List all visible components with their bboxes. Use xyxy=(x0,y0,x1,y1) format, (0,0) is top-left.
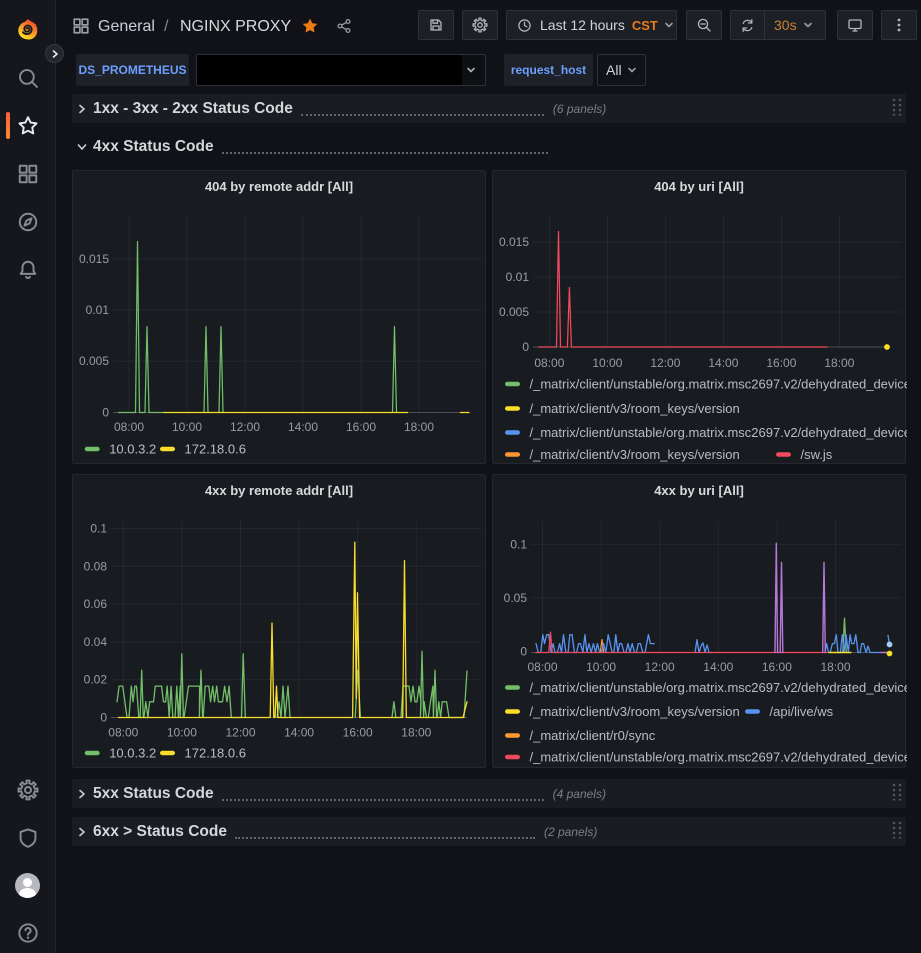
svg-text:12:00: 12:00 xyxy=(230,420,260,434)
svg-text:12:00: 12:00 xyxy=(650,356,680,370)
svg-text:08:00: 08:00 xyxy=(527,660,557,674)
svg-text:10:00: 10:00 xyxy=(586,660,616,674)
svg-text:0.015: 0.015 xyxy=(79,252,109,266)
svg-text:16:00: 16:00 xyxy=(766,356,796,370)
svg-text:0: 0 xyxy=(102,406,109,420)
svg-text:12:00: 12:00 xyxy=(645,660,675,674)
svg-text:14:00: 14:00 xyxy=(288,420,318,434)
svg-text:0.005: 0.005 xyxy=(499,305,529,319)
svg-text:/_matrix/client/v3/room_keys/v: /_matrix/client/v3/room_keys/version xyxy=(530,401,740,416)
svg-text:/sw.js: /sw.js xyxy=(801,447,833,462)
svg-text:16:00: 16:00 xyxy=(346,420,376,434)
svg-text:16:00: 16:00 xyxy=(343,726,373,740)
svg-text:0.05: 0.05 xyxy=(504,591,528,605)
svg-text:0.015: 0.015 xyxy=(499,235,529,249)
svg-text:08:00: 08:00 xyxy=(534,356,564,370)
svg-text:/_matrix/client/unstable/org.m: /_matrix/client/unstable/org.matrix.msc2… xyxy=(530,377,908,392)
svg-text:0.06: 0.06 xyxy=(84,597,108,611)
svg-text:0.08: 0.08 xyxy=(84,559,108,573)
svg-text:172.18.0.6: 172.18.0.6 xyxy=(185,746,246,761)
svg-text:10:00: 10:00 xyxy=(592,356,622,370)
svg-text:0: 0 xyxy=(100,711,107,725)
svg-text:10:00: 10:00 xyxy=(167,726,197,740)
svg-text:14:00: 14:00 xyxy=(284,726,314,740)
svg-text:/_matrix/client/unstable/org.m: /_matrix/client/unstable/org.matrix.msc2… xyxy=(530,425,908,440)
svg-text:/_matrix/client/unstable/org.m: /_matrix/client/unstable/org.matrix.msc2… xyxy=(530,680,908,695)
svg-text:08:00: 08:00 xyxy=(114,420,144,434)
svg-text:0: 0 xyxy=(520,645,527,659)
svg-text:0.005: 0.005 xyxy=(79,354,109,368)
svg-text:0: 0 xyxy=(522,340,529,354)
svg-text:10:00: 10:00 xyxy=(172,420,202,434)
svg-text:0.1: 0.1 xyxy=(90,522,107,536)
svg-text:0.01: 0.01 xyxy=(86,303,110,317)
svg-text:/_matrix/client/r0/sync: /_matrix/client/r0/sync xyxy=(530,728,656,743)
svg-text:08:00: 08:00 xyxy=(108,726,138,740)
svg-text:0.04: 0.04 xyxy=(84,635,108,649)
svg-text:18:00: 18:00 xyxy=(404,420,434,434)
svg-text:10.0.3.2: 10.0.3.2 xyxy=(109,746,156,761)
svg-text:16:00: 16:00 xyxy=(762,660,792,674)
svg-text:/_matrix/client/v3/room_keys/v: /_matrix/client/v3/room_keys/version xyxy=(530,704,740,719)
svg-text:/_matrix/client/v3/room_keys/v: /_matrix/client/v3/room_keys/version xyxy=(530,447,740,462)
svg-text:18:00: 18:00 xyxy=(824,356,854,370)
svg-text:12:00: 12:00 xyxy=(225,726,255,740)
svg-text:0.02: 0.02 xyxy=(84,673,108,687)
svg-text:18:00: 18:00 xyxy=(401,726,431,740)
svg-text:/api/live/ws: /api/live/ws xyxy=(770,704,834,719)
svg-text:/_matrix/client/unstable/org.m: /_matrix/client/unstable/org.matrix.msc2… xyxy=(530,750,908,765)
svg-text:0.1: 0.1 xyxy=(510,537,527,551)
svg-text:0.01: 0.01 xyxy=(506,270,530,284)
svg-text:18:00: 18:00 xyxy=(820,660,850,674)
svg-text:10.0.3.2: 10.0.3.2 xyxy=(109,442,156,457)
svg-text:172.18.0.6: 172.18.0.6 xyxy=(185,442,246,457)
svg-text:14:00: 14:00 xyxy=(708,356,738,370)
svg-text:14:00: 14:00 xyxy=(703,660,733,674)
